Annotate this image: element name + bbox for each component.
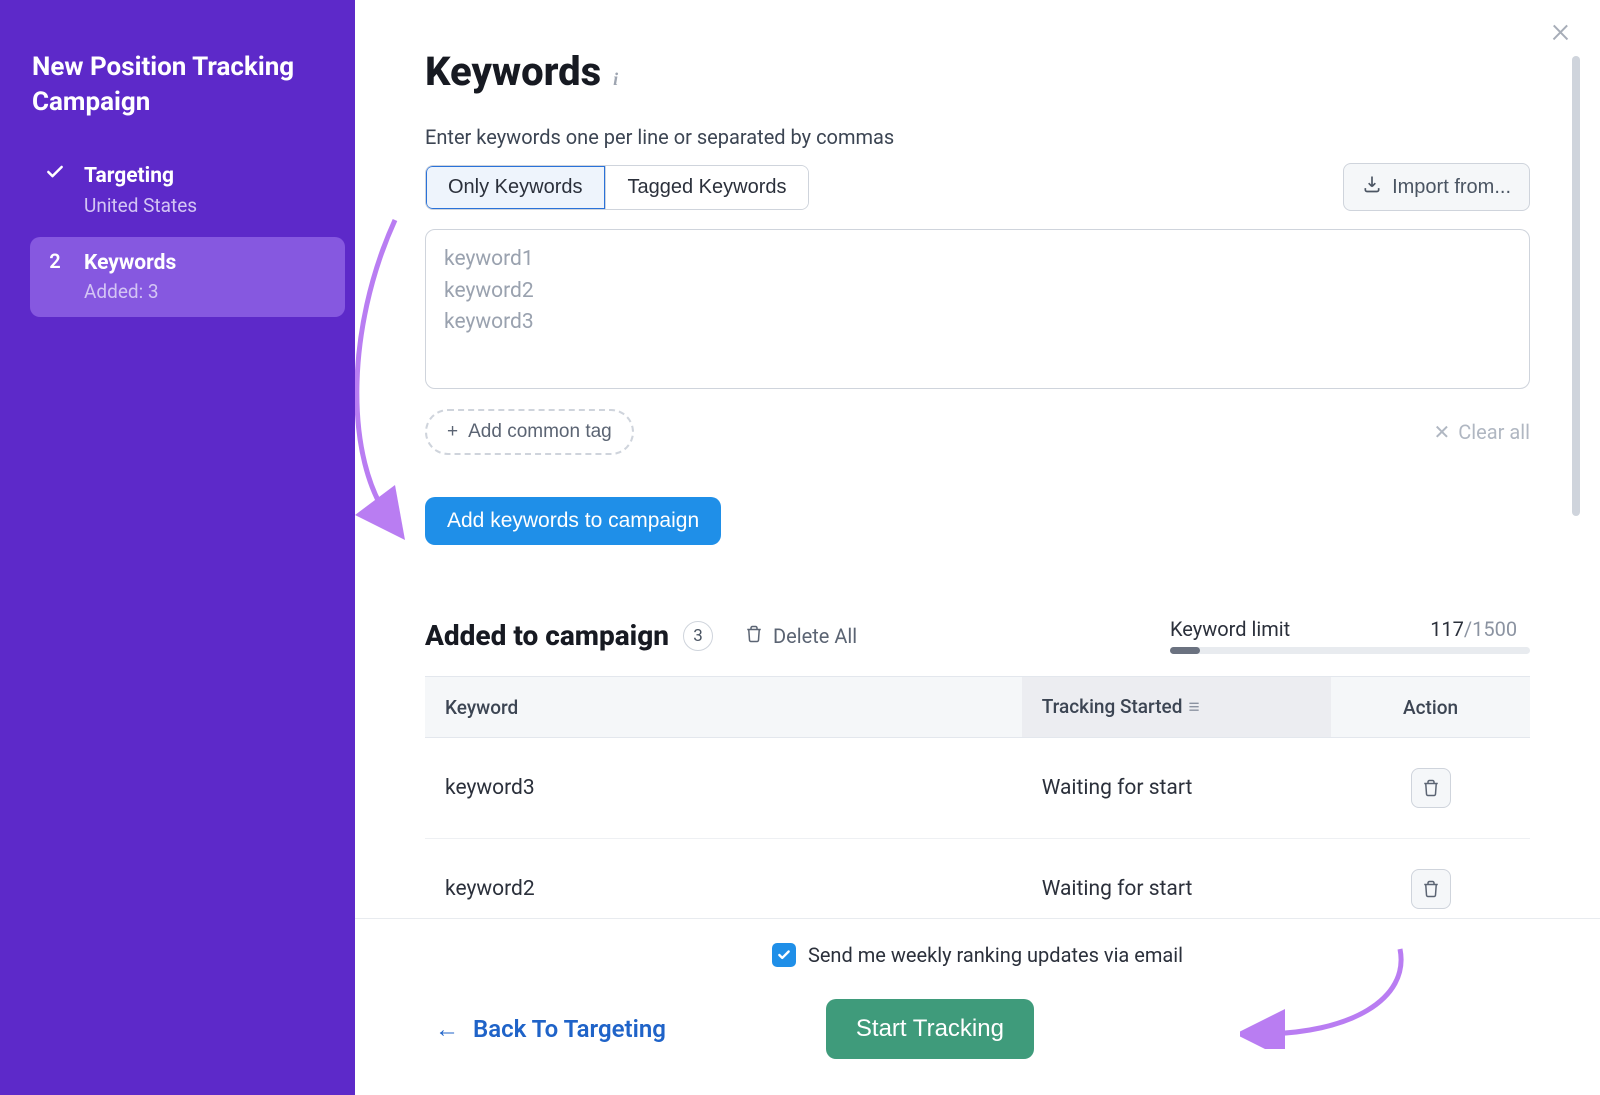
page-subtitle: Enter keywords one per line or separated…	[425, 125, 1530, 149]
check-icon	[44, 162, 66, 187]
weekly-email-checkbox[interactable]	[772, 943, 796, 967]
keyword-limit: Keyword limit 117/1500	[1170, 617, 1530, 654]
step-sublabel: Added: 3	[84, 280, 331, 303]
start-tracking-button[interactable]: Start Tracking	[826, 999, 1034, 1059]
keyword-mode-tabs: Only Keywords Tagged Keywords	[425, 165, 809, 210]
plus-icon: +	[447, 421, 458, 443]
wizard-footer: Send me weekly ranking updates via email…	[355, 918, 1600, 1095]
tab-tagged-keywords[interactable]: Tagged Keywords	[605, 166, 809, 209]
download-icon	[1362, 174, 1382, 200]
table-row: keyword3 Waiting for start	[425, 738, 1530, 839]
table-row: keyword2 Waiting for start	[425, 839, 1530, 919]
scrollbar[interactable]	[1572, 56, 1580, 596]
status-cell: Waiting for start	[1022, 738, 1331, 839]
close-icon: ✕	[1434, 420, 1451, 444]
clear-all-button[interactable]: ✕ Clear all	[1434, 420, 1530, 444]
trash-icon	[745, 624, 763, 648]
step-label: Keywords	[84, 249, 331, 278]
weekly-email-label: Send me weekly ranking updates via email	[808, 943, 1183, 967]
added-keywords-table: Keyword Tracking Started≡ Action keyword…	[425, 676, 1530, 918]
step-number: 2	[44, 249, 66, 273]
add-common-tag-button[interactable]: + Add common tag	[425, 409, 634, 455]
keyword-cell: keyword2	[425, 839, 1022, 919]
sort-desc-icon: ≡	[1188, 695, 1199, 718]
added-title: Added to campaign	[425, 619, 669, 652]
tab-only-keywords[interactable]: Only Keywords	[426, 166, 605, 209]
import-button[interactable]: Import from...	[1343, 163, 1530, 211]
back-button[interactable]: ← Back To Targeting	[435, 1015, 666, 1044]
page-title: Keywords i	[425, 48, 1530, 95]
added-count-badge: 3	[683, 621, 713, 651]
sidebar-title: New Position Tracking Campaign	[30, 50, 345, 150]
column-keyword[interactable]: Keyword	[425, 677, 1022, 738]
delete-row-button[interactable]	[1411, 768, 1451, 808]
arrow-left-icon: ←	[435, 1015, 459, 1044]
column-action: Action	[1331, 677, 1530, 738]
keywords-textarea[interactable]	[425, 229, 1530, 389]
column-tracking-started[interactable]: Tracking Started≡	[1022, 677, 1331, 738]
status-cell: Waiting for start	[1022, 839, 1331, 919]
delete-all-button[interactable]: Delete All	[745, 624, 857, 648]
step-targeting[interactable]: Targeting United States	[30, 150, 345, 230]
step-label: Targeting	[84, 162, 331, 191]
main-panel: × Keywords i Enter keywords one per line…	[355, 0, 1600, 1095]
add-keywords-button[interactable]: Add keywords to campaign	[425, 497, 721, 545]
step-sublabel: United States	[84, 194, 331, 217]
step-keywords[interactable]: 2 Keywords Added: 3	[30, 237, 345, 317]
annotation-arrow	[355, 210, 425, 540]
wizard-sidebar: New Position Tracking Campaign Targeting…	[0, 0, 355, 1095]
info-icon[interactable]: i	[613, 69, 618, 90]
delete-row-button[interactable]	[1411, 869, 1451, 909]
keyword-cell: keyword3	[425, 738, 1022, 839]
